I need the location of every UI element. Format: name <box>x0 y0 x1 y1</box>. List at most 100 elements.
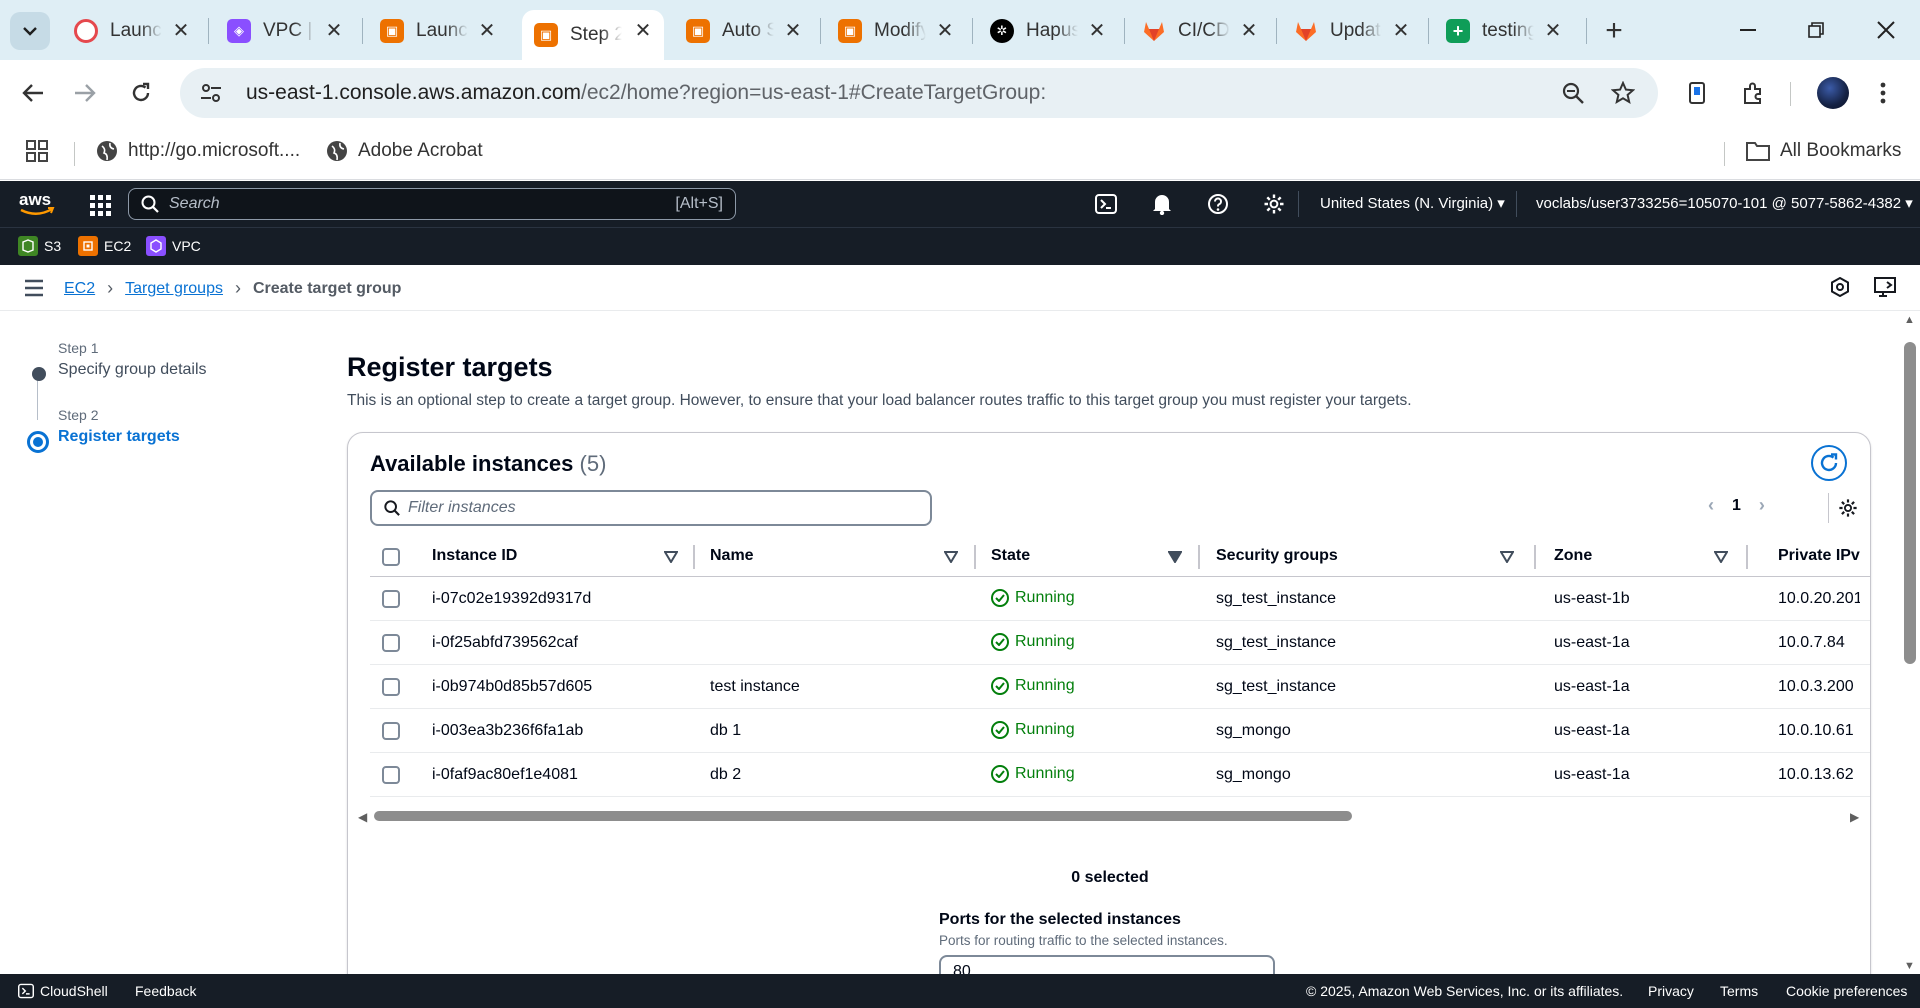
favorite-s3[interactable]: S3 <box>18 236 61 256</box>
table-preferences-button[interactable] <box>1828 493 1858 523</box>
row-checkbox[interactable] <box>382 766 400 784</box>
site-settings-icon[interactable] <box>196 78 226 108</box>
close-icon[interactable]: ✕ <box>323 20 345 42</box>
browser-tab[interactable]: Launch ✕ <box>62 10 202 52</box>
close-icon[interactable]: ✕ <box>476 20 498 42</box>
notifications-bell-icon[interactable] <box>1150 192 1174 216</box>
aws-logo[interactable]: aws <box>18 189 56 219</box>
privacy-link[interactable]: Privacy <box>1648 983 1694 999</box>
browser-tab[interactable]: ▣ Launch ✕ <box>368 10 508 52</box>
favorite-vpc[interactable]: VPC <box>146 236 201 256</box>
table-row[interactable]: i-07c02e19392d9317d Running sg_test_inst… <box>370 577 1870 621</box>
profile-avatar[interactable] <box>1814 74 1852 112</box>
table-horizontal-scrollbar[interactable]: ◀ ▶ <box>358 808 1859 824</box>
row-checkbox[interactable] <box>382 590 400 608</box>
scroll-up-icon[interactable]: ▲ <box>1904 314 1915 326</box>
address-bar[interactable]: us-east-1.console.aws.amazon.com/ec2/hom… <box>180 68 1658 118</box>
close-icon[interactable]: ✕ <box>934 20 956 42</box>
info-panel-icon[interactable] <box>1830 276 1852 299</box>
sort-down-icon[interactable] <box>1714 551 1728 563</box>
close-icon[interactable]: ✕ <box>1390 20 1412 42</box>
cloudshell-button[interactable]: CloudShell <box>18 983 108 999</box>
close-icon[interactable]: ✕ <box>1238 20 1260 42</box>
column-header-security-groups[interactable]: Security groups <box>1216 547 1338 565</box>
chevron-right-icon[interactable]: › <box>1759 495 1765 516</box>
browser-tab[interactable]: ◈ VPC | ✕ <box>215 10 355 52</box>
filter-instances-input[interactable] <box>408 499 908 517</box>
services-menu-icon[interactable] <box>88 193 112 217</box>
browser-tab[interactable]: Update ✕ <box>1282 10 1422 52</box>
close-icon[interactable]: ✕ <box>632 20 654 42</box>
sort-down-icon[interactable] <box>1168 551 1182 563</box>
bookmark-adobe-acrobat[interactable]: Adobe Acrobat <box>326 140 483 162</box>
apps-button[interactable] <box>26 140 48 162</box>
column-header-state[interactable]: State <box>991 547 1030 565</box>
wizard-step-2[interactable]: Step 2 Register targets <box>24 407 304 453</box>
tab-search-button[interactable] <box>10 12 50 50</box>
tools-panel-icon[interactable] <box>1874 277 1896 299</box>
browser-tab-active[interactable]: ▣ Step 2 ✕ <box>522 10 664 60</box>
table-row[interactable]: i-003ea3b236f6fa1ab db 1 Running sg_mong… <box>370 709 1870 753</box>
browser-menu-icon[interactable] <box>1864 74 1902 112</box>
favorite-ec2[interactable]: EC2 <box>78 236 131 256</box>
region-selector[interactable]: United States (N. Virginia) ▾ <box>1320 194 1505 212</box>
close-icon[interactable]: ✕ <box>1542 20 1564 42</box>
browser-tab[interactable]: + testing ✕ <box>1434 10 1574 52</box>
new-tab-button[interactable]: + <box>1597 16 1631 50</box>
feedback-link[interactable]: Feedback <box>135 983 196 999</box>
column-header-instance-id[interactable]: Instance ID <box>432 547 517 565</box>
column-header-zone[interactable]: Zone <box>1554 547 1592 565</box>
table-row[interactable]: i-0faf9ac80ef1e4081 db 2 Running sg_mong… <box>370 753 1870 797</box>
close-icon[interactable]: ✕ <box>170 20 192 42</box>
page-vertical-scrollbar[interactable]: ▲ ▼ <box>1900 312 1920 974</box>
forward-button[interactable] <box>66 74 104 112</box>
bookmark-star-icon[interactable] <box>1608 78 1638 108</box>
menu-hamburger-icon[interactable] <box>24 279 44 297</box>
settings-gear-icon[interactable] <box>1262 192 1286 216</box>
extensions-icon[interactable] <box>1734 74 1772 112</box>
sort-down-icon[interactable] <box>664 551 678 563</box>
table-row[interactable]: i-0f25abfd739562caf Running sg_test_inst… <box>370 621 1870 665</box>
scrollbar-thumb[interactable] <box>1904 342 1916 664</box>
scroll-right-icon[interactable]: ▶ <box>1850 810 1859 824</box>
reading-mode-icon[interactable] <box>1678 74 1716 112</box>
minimize-button[interactable] <box>1728 12 1768 48</box>
aws-search-input[interactable]: Search [Alt+S] <box>128 188 736 220</box>
bookmark-microsoft[interactable]: http://go.microsoft.... <box>96 140 300 162</box>
wizard-step-1[interactable]: Step 1 Specify group details <box>24 340 304 381</box>
close-icon[interactable]: ✕ <box>782 20 804 42</box>
row-checkbox[interactable] <box>382 678 400 696</box>
reload-button[interactable] <box>122 74 160 112</box>
close-icon[interactable]: ✕ <box>1086 20 1108 42</box>
row-checkbox[interactable] <box>382 722 400 740</box>
chevron-left-icon[interactable]: ‹ <box>1708 495 1714 516</box>
browser-tab[interactable]: ▣ Modify ✕ <box>826 10 966 52</box>
column-header-private-ipv4[interactable]: Private IPv4 <box>1778 547 1860 565</box>
table-row[interactable]: i-0b974b0d85b57d605 test instance Runnin… <box>370 665 1870 709</box>
column-header-name[interactable]: Name <box>710 547 754 565</box>
restore-button[interactable] <box>1796 12 1836 48</box>
breadcrumb-link-target-groups[interactable]: Target groups <box>125 280 223 298</box>
sort-down-icon[interactable] <box>944 551 958 563</box>
close-window-button[interactable] <box>1866 12 1906 48</box>
filter-instances-field[interactable] <box>370 490 932 526</box>
select-all-checkbox[interactable] <box>382 548 400 566</box>
account-menu[interactable]: voclabs/user3733256=105070-101 @ 5077-58… <box>1536 194 1913 212</box>
all-bookmarks-button[interactable]: All Bookmarks <box>1746 140 1901 162</box>
sort-down-icon[interactable] <box>1500 551 1514 563</box>
row-checkbox[interactable] <box>382 634 400 652</box>
terms-link[interactable]: Terms <box>1720 983 1758 999</box>
scrollbar-thumb[interactable] <box>374 811 1352 821</box>
scroll-down-icon[interactable]: ▼ <box>1904 960 1915 972</box>
browser-tab[interactable]: CI/CD ✕ <box>1130 10 1270 52</box>
zoom-icon[interactable] <box>1558 78 1588 108</box>
browser-tab[interactable]: ✲ Hapus ✕ <box>978 10 1118 52</box>
back-button[interactable] <box>14 74 52 112</box>
browser-tab[interactable]: ▣ Auto S ✕ <box>674 10 814 52</box>
current-page[interactable]: 1 <box>1732 497 1741 515</box>
help-icon[interactable] <box>1206 192 1230 216</box>
scroll-left-icon[interactable]: ◀ <box>358 810 367 824</box>
breadcrumb-link-ec2[interactable]: EC2 <box>64 280 95 298</box>
cookie-preferences-link[interactable]: Cookie preferences <box>1786 983 1907 999</box>
cloudshell-icon[interactable] <box>1094 192 1118 216</box>
